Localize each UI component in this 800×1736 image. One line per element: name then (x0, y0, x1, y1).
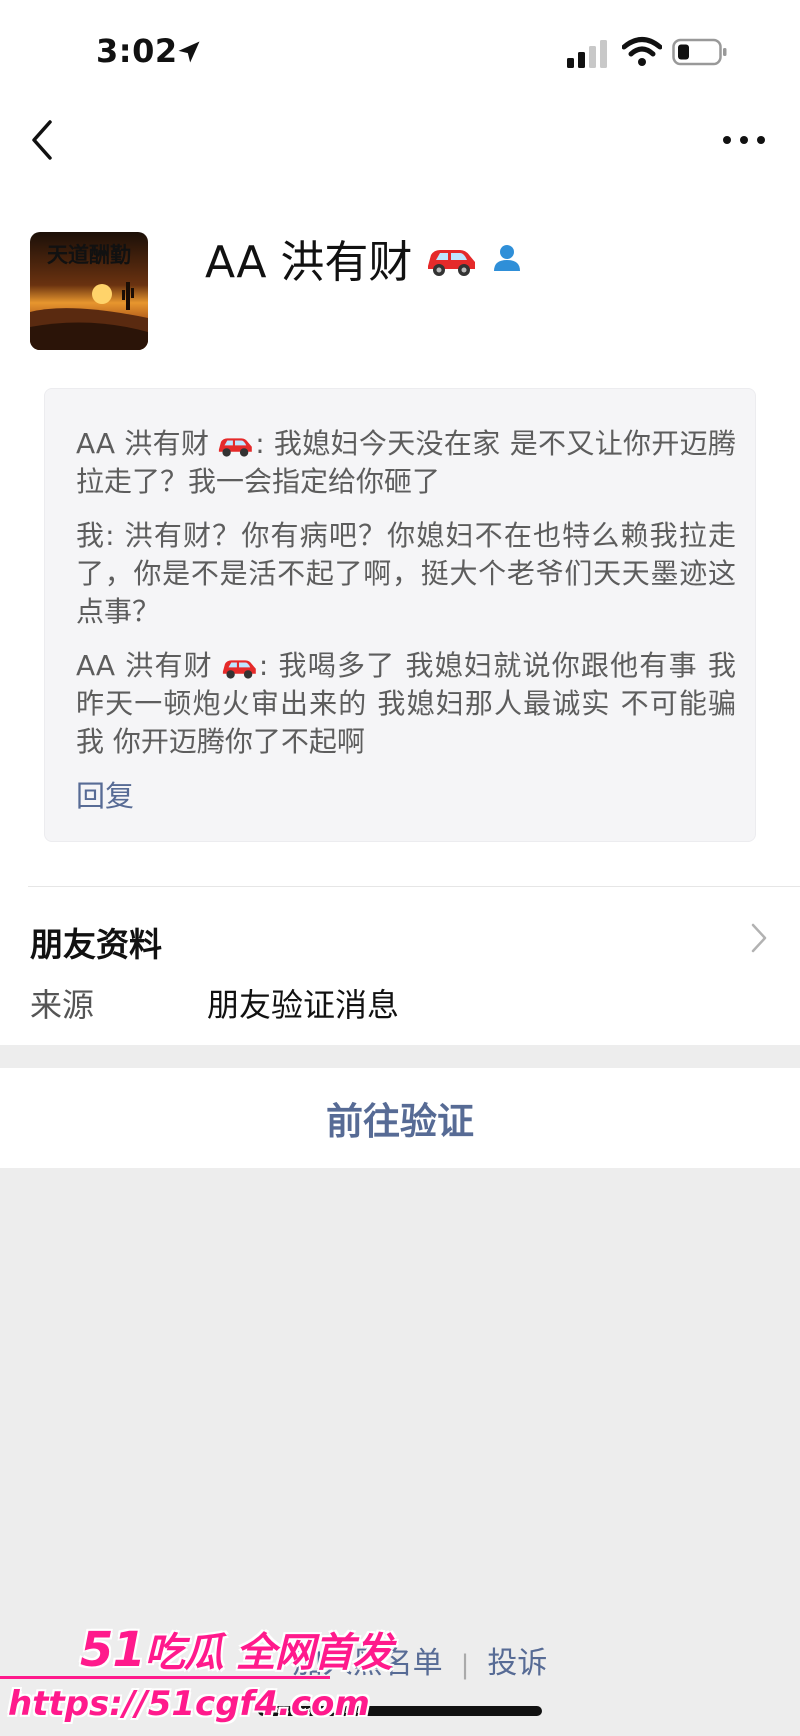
message-item: AA 洪有财: 我喝多了 我媳妇就说你跟他有事 我昨天一顿炮火审出来的 我媳妇那… (76, 647, 736, 761)
link-separator: | (460, 1650, 470, 1680)
reply-link[interactable]: 回复 (76, 773, 134, 815)
profile-name: AA 洪有财 (205, 237, 413, 288)
watermark-url: https://51cgf4.com (8, 1684, 370, 1724)
battery-icon (672, 38, 727, 66)
source-label: 来源 (30, 986, 95, 1024)
divider (28, 886, 800, 887)
back-chevron-icon[interactable] (28, 118, 56, 162)
location-arrow-icon (178, 41, 200, 63)
message-sender: 我 (76, 519, 106, 552)
report-link[interactable]: 投诉 (487, 1646, 547, 1681)
chevron-right-icon[interactable] (750, 922, 768, 954)
message-sender: AA 洪有财 (76, 427, 210, 460)
wifi-icon (622, 37, 662, 66)
friend-info-title[interactable]: 朋友资料 (30, 918, 162, 966)
avatar[interactable]: 天道酬勤 (30, 232, 148, 350)
message-text: : 洪有财？你有病吧？你媳妇不在也特么赖我拉走了，你是不是活不起了啊，挺大个老爷… (76, 519, 736, 628)
status-time: 3:02 (96, 32, 178, 70)
cellular-signal-icon (567, 40, 607, 68)
red-car-icon (219, 438, 253, 457)
verify-bar: 前往验证 (0, 1068, 800, 1168)
verification-messages-card: AA 洪有财: 我媳妇今天没在家 是不又让你开迈腾拉走了？我一会指定给你砸了 我… (44, 388, 756, 842)
message-item: AA 洪有财: 我媳妇今天没在家 是不又让你开迈腾拉走了？我一会指定给你砸了 (76, 425, 736, 501)
message-sender: AA 洪有财 (76, 649, 213, 682)
watermark-brand: 51吃瓜 全网首发 (80, 1620, 393, 1678)
go-verify-button[interactable]: 前往验证 (326, 1091, 474, 1145)
avatar-text: 天道酬勤 (47, 242, 131, 267)
red-car-icon (222, 660, 256, 679)
contact-person-icon (494, 245, 521, 271)
watermark-number: 51 (80, 1622, 146, 1678)
more-options-icon[interactable] (722, 130, 766, 150)
watermark-line (0, 1676, 330, 1679)
message-item: 我: 洪有财？你有病吧？你媳妇不在也特么赖我拉走了，你是不是活不起了啊，挺大个老… (76, 517, 736, 631)
profile-name-row: AA 洪有财 (205, 228, 524, 288)
source-value: 朋友验证消息 (207, 986, 400, 1024)
red-car-icon (428, 250, 476, 276)
watermark-slogan: 吃瓜 全网首发 (144, 1630, 393, 1676)
